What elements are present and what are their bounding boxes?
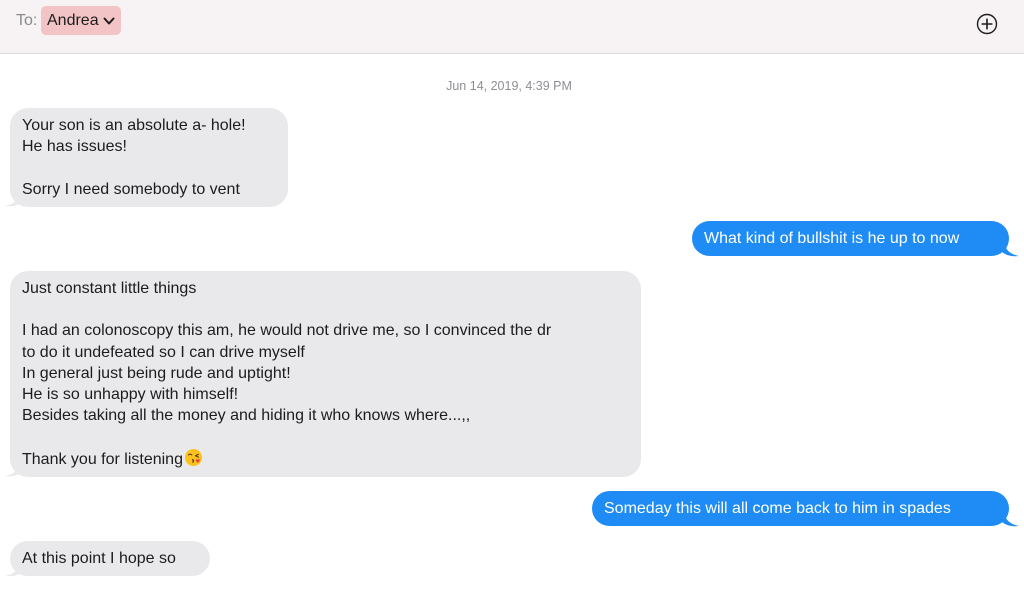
message-line: Sorry I need somebody to vent: [22, 180, 240, 198]
conversation-header: To: Andrea: [0, 0, 1024, 54]
outgoing-message-bubble[interactable]: Someday this will all come back to him i…: [592, 491, 1009, 527]
message-line: I had an colonoscopy this am, he would n…: [22, 322, 552, 340]
recipient-chip[interactable]: Andrea: [41, 6, 121, 35]
message-line: He has issues!: [22, 138, 127, 156]
message-line: Just constant little things: [22, 280, 197, 297]
bubble-tail-icon: [1001, 243, 1019, 257]
message-line: What kind of bullshit is he up to now: [704, 230, 960, 247]
message-line: [22, 426, 629, 447]
incoming-message-bubble[interactable]: Just constant little things I had an col…: [10, 271, 641, 477]
conversation-timestamp: Jun 14, 2019, 4:39 PM: [446, 79, 572, 93]
message-line: Your son is an absolute a- hole!: [22, 117, 246, 134]
message-line: In general just being rude and uptight!: [22, 364, 291, 382]
recipient-name: Andrea: [47, 11, 99, 29]
message-last-line: Thank you for listening: [22, 448, 629, 470]
message-line: Thank you for listening: [22, 450, 183, 468]
message-line: Besides taking all the money and hiding …: [22, 407, 471, 425]
add-recipient-button[interactable]: [976, 13, 998, 35]
bubble-tail-icon: [5, 563, 23, 577]
message-line: [22, 157, 276, 178]
to-label: To:: [16, 12, 38, 29]
bubble-tail-icon: [1001, 513, 1019, 527]
kissing-face-emoji-icon: [184, 448, 203, 466]
chevron-down-icon: [103, 17, 115, 24]
message-line: He is so unhappy with himself!: [22, 386, 239, 403]
incoming-message-bubble[interactable]: At this point I hope so: [10, 541, 210, 577]
incoming-message-bubble[interactable]: Your son is an absolute a- hole! He has …: [10, 108, 288, 207]
message-line: Someday this will all come back to him i…: [604, 500, 951, 517]
message-line: [22, 299, 629, 320]
bubble-tail-icon: [5, 463, 23, 477]
outgoing-message-bubble[interactable]: What kind of bullshit is he up to now: [692, 221, 1009, 257]
message-line: At this point I hope so: [22, 550, 176, 567]
bubble-tail-icon: [5, 193, 23, 207]
message-line: to do it undefeated so I can drive mysel…: [22, 343, 305, 361]
